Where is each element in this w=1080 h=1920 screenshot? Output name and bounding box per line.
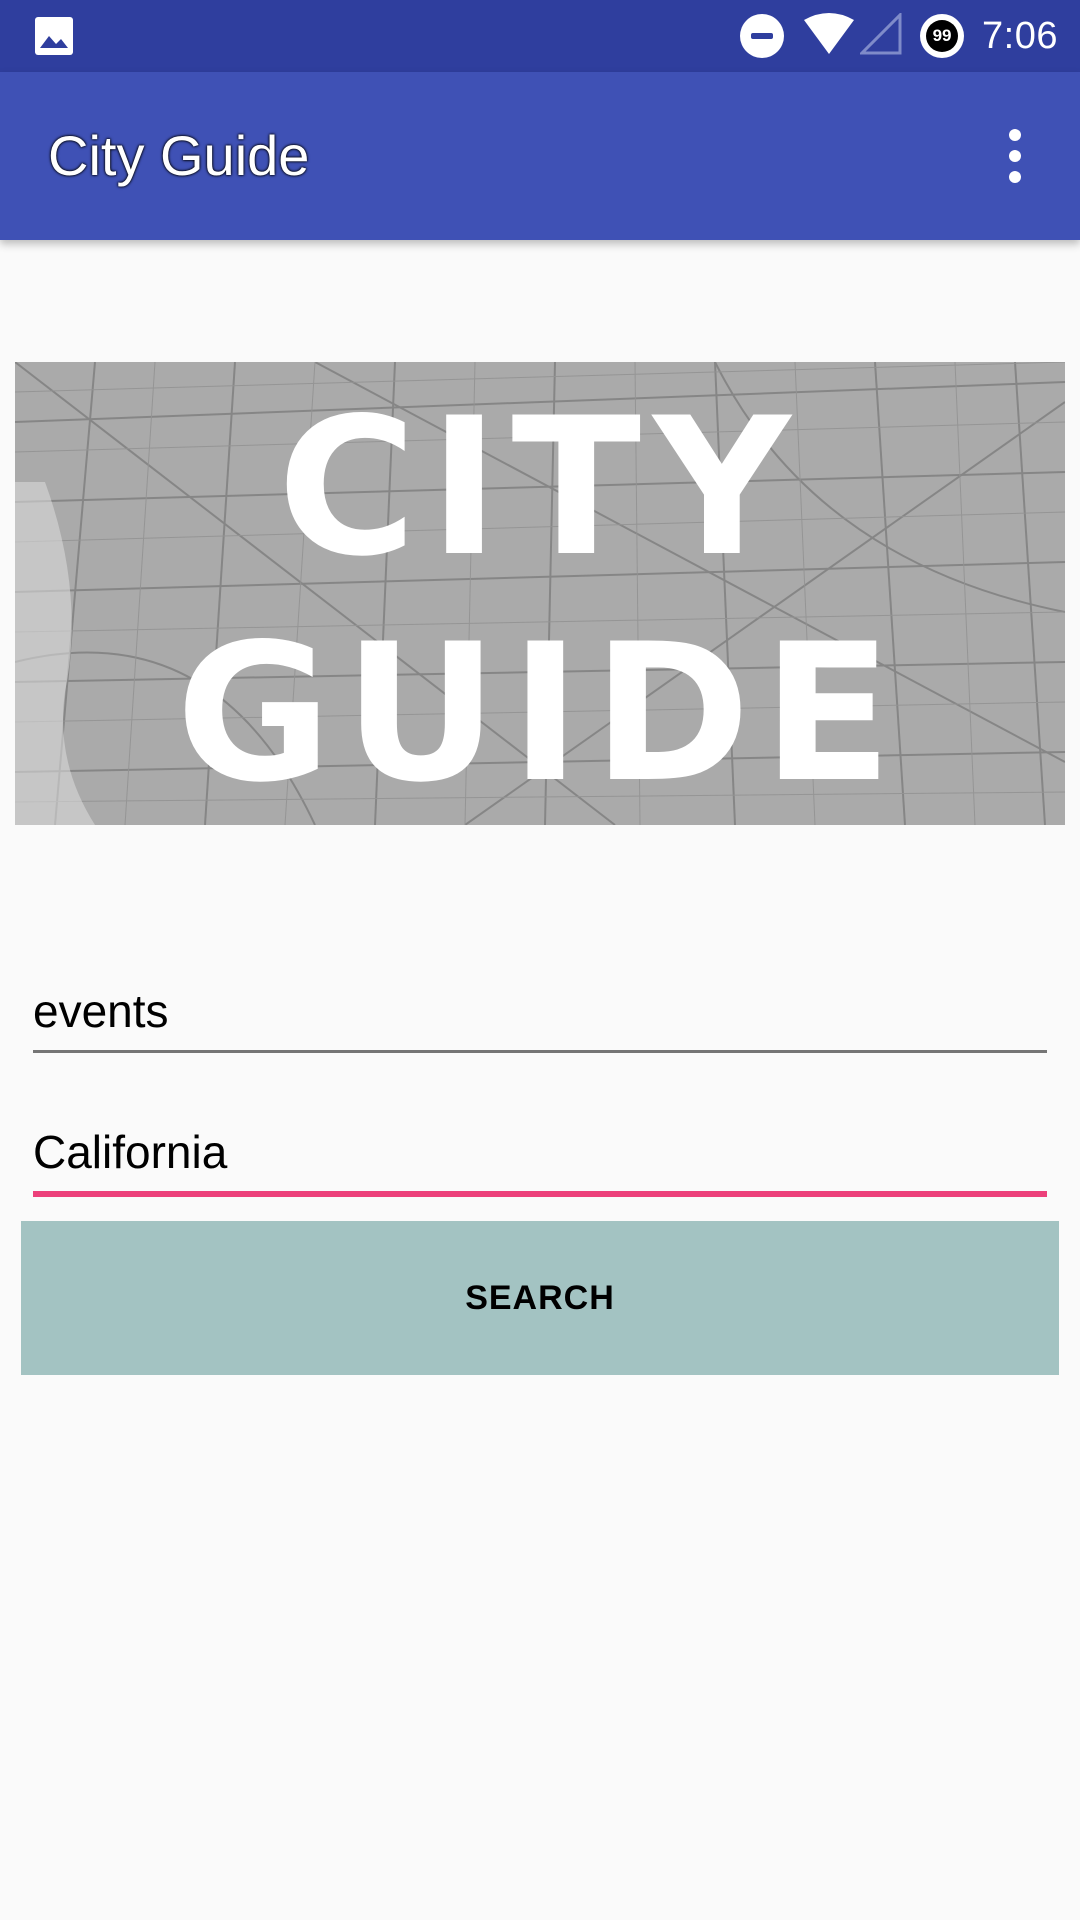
location-field	[33, 1117, 1047, 1197]
status-icons: 99 7:06	[740, 0, 1058, 72]
banner-text: CITY GUIDE	[15, 362, 1065, 825]
battery-saver-badge: 99	[926, 20, 959, 52]
keyword-underline	[33, 1050, 1047, 1053]
status-bar: 99 7:06	[0, 0, 1080, 72]
banner-line-guide: GUIDE	[175, 602, 905, 824]
battery-saver-icon: 99	[920, 14, 965, 58]
image-icon	[34, 16, 74, 56]
app-bar: City Guide	[0, 72, 1080, 240]
location-underline	[33, 1191, 1047, 1197]
wifi-icon	[802, 12, 856, 61]
keyword-input[interactable]	[33, 976, 1047, 1046]
do-not-disturb-icon	[740, 14, 785, 58]
menu-dot	[1009, 150, 1021, 162]
keyword-field	[33, 976, 1047, 1053]
app-title: City Guide	[48, 124, 310, 187]
screen: 99 7:06 City Guide CITY GUIDE events Cal…	[0, 0, 1080, 1920]
banner-line-city: CITY	[277, 376, 803, 598]
search-button[interactable]: SEARCH	[21, 1221, 1059, 1375]
more-vert-icon[interactable]	[950, 72, 1080, 240]
menu-dot	[1009, 171, 1021, 183]
menu-dot	[1009, 129, 1021, 141]
cellular-signal-icon	[858, 10, 902, 60]
location-input[interactable]	[33, 1117, 1047, 1187]
status-time: 7:06	[982, 14, 1058, 57]
city-guide-banner: CITY GUIDE	[15, 362, 1065, 825]
